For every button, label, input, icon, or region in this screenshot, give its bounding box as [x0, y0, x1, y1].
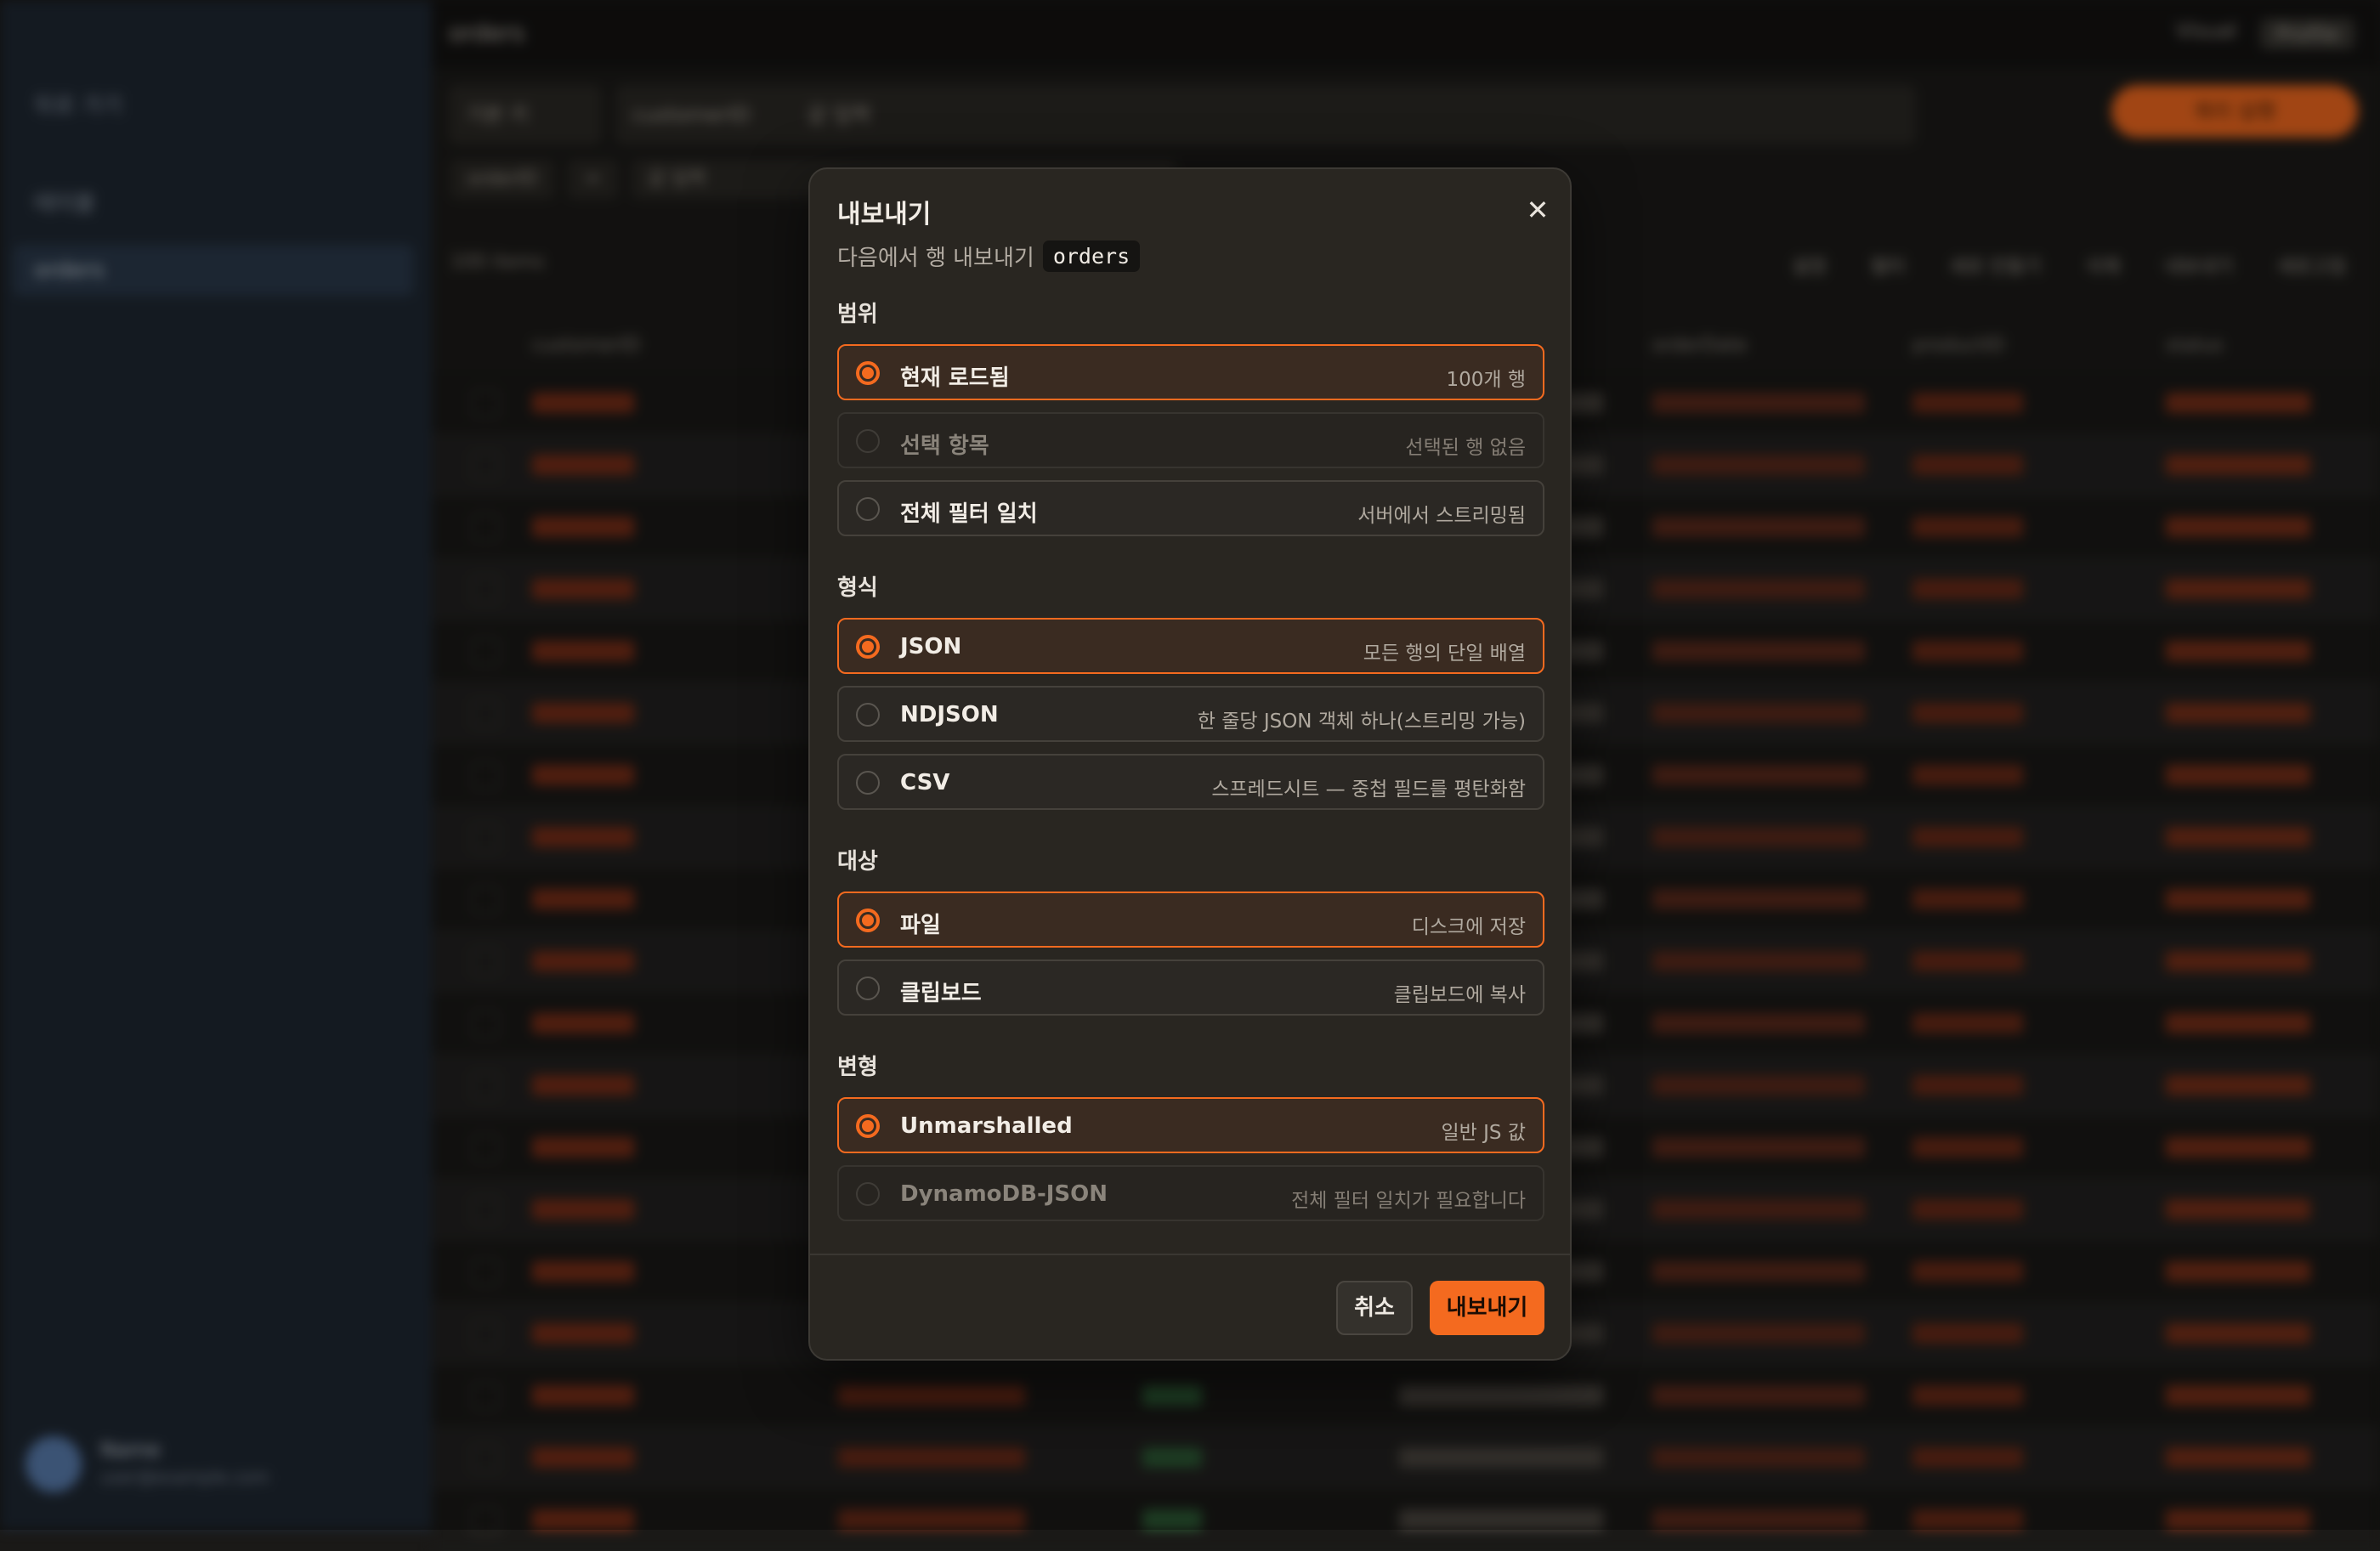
option-description: 모든 행의 단일 배열	[1363, 642, 1526, 665]
dialog-subtitle: 다음에서 행 내보내기 orders	[837, 241, 1141, 272]
radio-icon	[856, 635, 880, 659]
option-description: 전체 필터 일치가 필요합니다	[1291, 1190, 1526, 1212]
option-description: 디스크에 저장	[1411, 916, 1526, 938]
radio-icon	[856, 361, 880, 385]
radio-icon	[856, 703, 880, 727]
close-icon[interactable]: ✕	[1521, 193, 1555, 227]
variant-option-unmarshalled[interactable]: Unmarshalled 일반 JS 값	[837, 1097, 1544, 1153]
format-option-json[interactable]: JSON 모든 행의 단일 배열	[837, 618, 1544, 674]
option-label: 현재 로드됨	[900, 365, 1010, 391]
format-option-csv[interactable]: CSV 스프레드시트 — 중첩 필드를 평탄화함	[837, 754, 1544, 810]
option-description: 선택된 행 없음	[1405, 437, 1526, 459]
option-description: 한 줄당 JSON 객체 하나(스트리밍 가능)	[1197, 710, 1526, 733]
format-option-ndjson[interactable]: NDJSON 한 줄당 JSON 객체 하나(스트리밍 가능)	[837, 686, 1544, 742]
subtitle-text: 다음에서 행 내보내기	[837, 246, 1034, 271]
radio-icon	[856, 1182, 880, 1206]
destination-option-clipboard[interactable]: 클립보드 클립보드에 복사	[837, 959, 1544, 1016]
option-description: 스프레드시트 — 중첩 필드를 평탄화함	[1211, 778, 1526, 801]
radio-icon	[856, 909, 880, 932]
dialog-footer-divider	[810, 1254, 1570, 1255]
scope-option-selected[interactable]: 선택 항목 선택된 행 없음	[837, 412, 1544, 468]
scope-option-filter-match[interactable]: 전체 필터 일치 서버에서 스트리밍됨	[837, 480, 1544, 536]
table-name-code: orders	[1042, 241, 1141, 272]
destination-option-file[interactable]: 파일 디스크에 저장	[837, 892, 1544, 948]
variant-option-dynamodb-json[interactable]: DynamoDB-JSON 전체 필터 일치가 필요합니다	[837, 1165, 1544, 1221]
scope-section-label: 범위	[837, 302, 878, 327]
option-label: Unmarshalled	[900, 1113, 1073, 1139]
export-dialog: 내보내기 ✕ 다음에서 행 내보내기 orders 범위 현재 로드됨 100개…	[808, 167, 1572, 1361]
radio-icon	[856, 976, 880, 1000]
export-button[interactable]: 내보내기	[1430, 1281, 1544, 1335]
option-description: 100개 행	[1446, 369, 1526, 391]
radio-icon	[856, 497, 880, 521]
option-description: 일반 JS 값	[1441, 1122, 1527, 1144]
option-label: 전체 필터 일치	[900, 501, 1038, 527]
option-label: NDJSON	[900, 702, 999, 727]
option-label: 선택 항목	[900, 433, 989, 459]
dialog-title: 내보내기	[837, 200, 932, 229]
option-label: 클립보드	[900, 981, 982, 1006]
option-label: CSV	[900, 770, 950, 795]
option-label: 파일	[900, 913, 941, 938]
option-label: DynamoDB-JSON	[900, 1181, 1108, 1207]
radio-icon	[856, 1114, 880, 1138]
destination-section-label: 대상	[837, 849, 878, 875]
scope-option-loaded[interactable]: 현재 로드됨 100개 행	[837, 344, 1544, 400]
variant-section-label: 변형	[837, 1055, 878, 1080]
option-description: 서버에서 스트리밍됨	[1357, 505, 1526, 527]
option-label: JSON	[900, 634, 962, 659]
cancel-button[interactable]: 취소	[1336, 1281, 1413, 1335]
radio-icon	[856, 429, 880, 453]
radio-icon	[856, 771, 880, 795]
option-description: 클립보드에 복사	[1393, 984, 1526, 1006]
format-section-label: 형식	[837, 575, 878, 601]
